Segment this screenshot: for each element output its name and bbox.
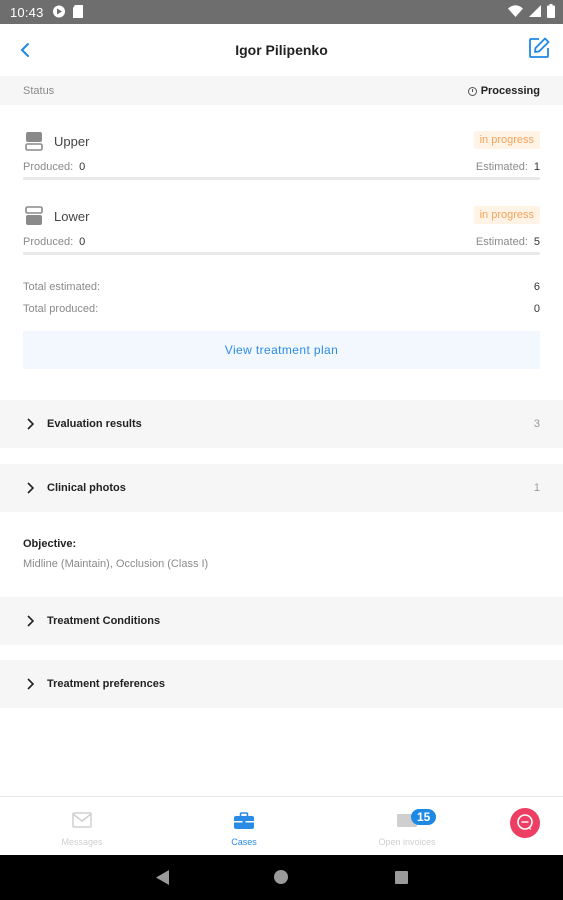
- clinical-photos-row[interactable]: Clinical photos 1: [0, 464, 563, 512]
- edit-icon[interactable]: [527, 36, 551, 60]
- total-estimated-label: Total estimated:: [23, 281, 101, 293]
- estimated-label: Estimated:: [475, 161, 528, 173]
- signal-icon: [529, 5, 541, 17]
- status-value: Processing: [467, 85, 540, 97]
- produced-count: Produced: 0: [23, 161, 85, 173]
- status-badge: in progress: [473, 206, 540, 224]
- nav-label: Cases: [231, 837, 257, 847]
- produced-value: 0: [79, 161, 86, 173]
- upper-jaw-card: Upper in progress Produced: 0 Estimated: 1: [23, 131, 540, 183]
- produced-label: Produced:: [23, 161, 74, 173]
- estimated-count: Estimated: 5: [476, 236, 540, 248]
- evaluation-results-row[interactable]: Evaluation results 3: [0, 400, 563, 448]
- status-label: Status: [23, 85, 55, 97]
- total-produced-row: Total produced: 0: [23, 303, 540, 315]
- nav-open-invoices[interactable]: 15 Open invoices: [347, 797, 467, 856]
- status-time: 10:43: [10, 5, 44, 20]
- total-produced-label: Total produced:: [23, 303, 99, 315]
- objective-text: Midline (Maintain), Occlusion (Class I): [23, 558, 209, 570]
- treatment-preferences-row[interactable]: Treatment preferences: [0, 660, 563, 708]
- total-produced-value: 0: [533, 303, 540, 315]
- chevron-right-icon: [27, 482, 35, 494]
- status-value-text: Processing: [480, 85, 540, 97]
- chat-button[interactable]: [510, 808, 540, 838]
- progress-bar: [23, 177, 540, 180]
- chevron-right-icon: [27, 615, 35, 627]
- nav-label: Open invoices: [378, 837, 436, 847]
- produced-value: 0: [79, 236, 86, 248]
- nav-cases[interactable]: Cases: [184, 797, 304, 856]
- section-label: Evaluation results: [47, 418, 142, 430]
- estimated-label: Estimated:: [475, 236, 528, 248]
- bottom-navigation: Messages Cases 15 Open invoices: [0, 796, 563, 855]
- wifi-icon: [508, 5, 523, 17]
- page-title: Igor Pilipenko: [235, 42, 328, 58]
- sd-card-icon: [73, 5, 83, 18]
- objective-heading: Objective:: [23, 538, 77, 550]
- upper-aligner-icon: [25, 132, 43, 151]
- system-home-icon[interactable]: [274, 870, 288, 884]
- section-label: Clinical photos: [47, 482, 126, 494]
- status-row: Status Processing: [0, 76, 563, 105]
- lower-jaw-card: Lower in progress Produced: 0 Estimated: 5: [23, 206, 540, 258]
- total-estimated-row: Total estimated: 6: [23, 281, 540, 293]
- status-badge: in progress: [473, 131, 540, 149]
- chat-icon: [517, 814, 533, 830]
- system-recents-icon[interactable]: [395, 871, 408, 884]
- section-label: Treatment Conditions: [47, 615, 161, 627]
- app-bar: Igor Pilipenko: [0, 24, 563, 76]
- clock-icon: [467, 86, 477, 96]
- chevron-right-icon: [27, 418, 35, 430]
- jaw-name: Lower: [54, 209, 90, 224]
- section-count: 3: [533, 418, 540, 430]
- section-label: Treatment preferences: [47, 678, 165, 690]
- briefcase-icon: [234, 812, 254, 829]
- estimated-value: 1: [533, 161, 540, 173]
- produced-count: Produced: 0: [23, 236, 85, 248]
- jaw-name: Upper: [54, 134, 90, 149]
- progress-bar: [23, 252, 540, 255]
- play-store-icon: [53, 5, 65, 18]
- objective-block: Objective: Midline (Maintain), Occlusion…: [23, 538, 208, 570]
- produced-label: Produced:: [23, 236, 74, 248]
- system-status-bar: 10:43: [0, 0, 563, 24]
- nav-messages[interactable]: Messages: [22, 797, 142, 856]
- mail-icon: [72, 812, 92, 828]
- invoices-count-badge: 15: [411, 809, 437, 825]
- view-treatment-plan-button[interactable]: View treatment plan: [23, 331, 540, 369]
- system-back-icon[interactable]: [156, 870, 170, 885]
- section-count: 1: [533, 482, 540, 494]
- system-navigation-bar: [0, 855, 563, 900]
- battery-icon: [547, 4, 555, 18]
- nav-label: Messages: [61, 837, 103, 847]
- total-estimated-value: 6: [533, 281, 540, 293]
- estimated-count: Estimated: 1: [476, 161, 540, 173]
- chevron-right-icon: [27, 678, 35, 690]
- estimated-value: 5: [533, 236, 540, 248]
- lower-aligner-icon: [25, 206, 43, 225]
- treatment-conditions-row[interactable]: Treatment Conditions: [0, 597, 563, 645]
